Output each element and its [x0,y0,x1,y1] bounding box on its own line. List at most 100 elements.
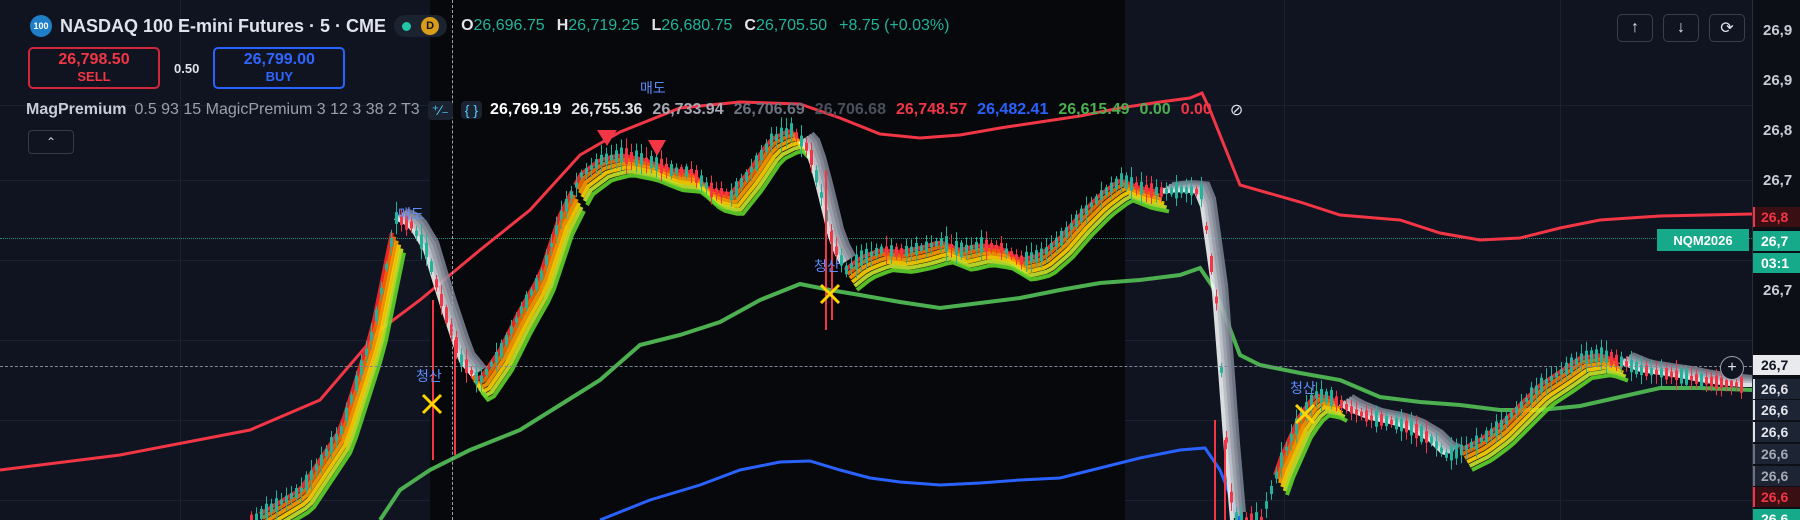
price-scale[interactable]: 26,9 26,9 26,8 26,7 26,7 26,8 26,7 03:1 26,… [1752,0,1800,520]
candle [615,150,618,163]
scroll-down-button[interactable]: ↓ [1663,14,1699,42]
candle [260,508,263,520]
candle [540,270,543,280]
candle [1055,237,1058,247]
chart-area[interactable]: 100 NASDAQ 100 E-mini Futures · 5 · CME … [0,0,1752,520]
candle [1095,196,1098,204]
candle [820,192,823,198]
candle [955,240,958,256]
reset-view-button[interactable]: ⟳ [1709,14,1745,42]
candle [1285,446,1288,451]
candle [1395,417,1398,430]
candle [1635,361,1638,375]
hide-indicator-icon[interactable]: ⊘ [1230,100,1243,120]
collapse-legend-button[interactable]: ⌃ [28,130,74,154]
candle [1695,374,1698,384]
ohlc-value: 26,705.50 [755,17,828,34]
candle [925,241,928,252]
candle [720,188,723,197]
candle [365,348,368,356]
candle [865,248,868,264]
candle [1045,247,1048,255]
candle [950,243,953,249]
candle [775,134,778,141]
price-label: 26,6 [1753,400,1800,420]
candle [990,243,993,250]
indicator-value: 26,769.19 [490,101,562,118]
candle [1735,382,1738,387]
candle [1070,223,1073,230]
candle [385,264,388,270]
candle [535,278,538,290]
candle [1195,188,1198,195]
candle [710,182,713,198]
candle [1375,411,1378,427]
symbol-title[interactable]: NASDAQ 100 E-mini Futures · 5 · CME [60,16,386,37]
candle [1230,491,1233,503]
indicator-value: 26,706.68 [814,101,886,118]
sell-signal-icon [648,140,666,156]
candle [1335,396,1338,406]
candle [550,242,553,248]
contract-badge[interactable]: NQM2026 [1657,229,1749,251]
candle [1445,452,1448,458]
candle [1705,377,1708,385]
candle [740,178,743,187]
candle [920,245,923,251]
candle [1000,242,1003,254]
candle [1025,251,1028,266]
sell-button[interactable]: 26,798.50 SELL [28,47,160,89]
candle [1715,375,1718,389]
candle [1185,187,1188,194]
candle [1710,376,1713,387]
candle [1250,513,1253,520]
crosshair-vertical [452,0,453,520]
candle [370,331,373,341]
add-order-plus-icon[interactable]: + [1720,356,1744,380]
scroll-up-button[interactable]: ↑ [1617,14,1653,42]
candle [1240,514,1243,520]
price-change: +8.75 (+0.03%) [839,17,950,34]
candle [265,503,268,519]
indicator-value: 26,482.41 [977,101,1049,118]
ohlc-key: H [556,17,569,34]
indicator-source-icon[interactable]: { } [460,101,483,119]
market-status[interactable]: D [394,15,448,37]
buy-button[interactable]: 26,799.00 BUY [213,47,346,89]
candle [555,225,558,235]
price-tick: 26,7 [1763,172,1793,189]
spread-value: 0.50 [174,60,200,76]
crosshair-horizontal [0,366,1752,367]
candle [670,164,673,176]
candle [1570,357,1573,373]
candle [575,182,578,188]
sell-label: SELL [77,69,111,84]
sell-signal-label: 매도 [398,206,424,222]
candle [1545,378,1548,385]
trade-panel: 26,798.50 SELL 0.50 26,799.00 BUY [28,47,346,89]
candle [1595,349,1598,363]
candle [805,142,808,151]
candle [595,159,598,169]
candle [1015,254,1018,260]
candle [875,247,878,257]
candle [1500,419,1503,431]
candle [1360,411,1363,417]
candle [1605,350,1608,363]
indicator-settings-icon[interactable]: ⁺⁄₋ [427,100,453,120]
candle [1010,251,1013,257]
candle [1555,372,1558,378]
candle [250,514,253,520]
candle [1115,178,1118,190]
candle [910,246,913,254]
indicator-name[interactable]: MagPremium [26,101,126,119]
candle [900,248,903,256]
candle [1740,377,1743,393]
indicator-legend[interactable]: MagPremium 0.5 93 15 MagicPremium 3 12 3… [26,100,1243,120]
trend-ribbon [855,198,1170,292]
candle [1050,242,1053,251]
candle [1465,444,1468,451]
candle [565,198,568,212]
symbol-logo-icon[interactable]: 100 [30,15,52,37]
candle [1130,177,1133,191]
